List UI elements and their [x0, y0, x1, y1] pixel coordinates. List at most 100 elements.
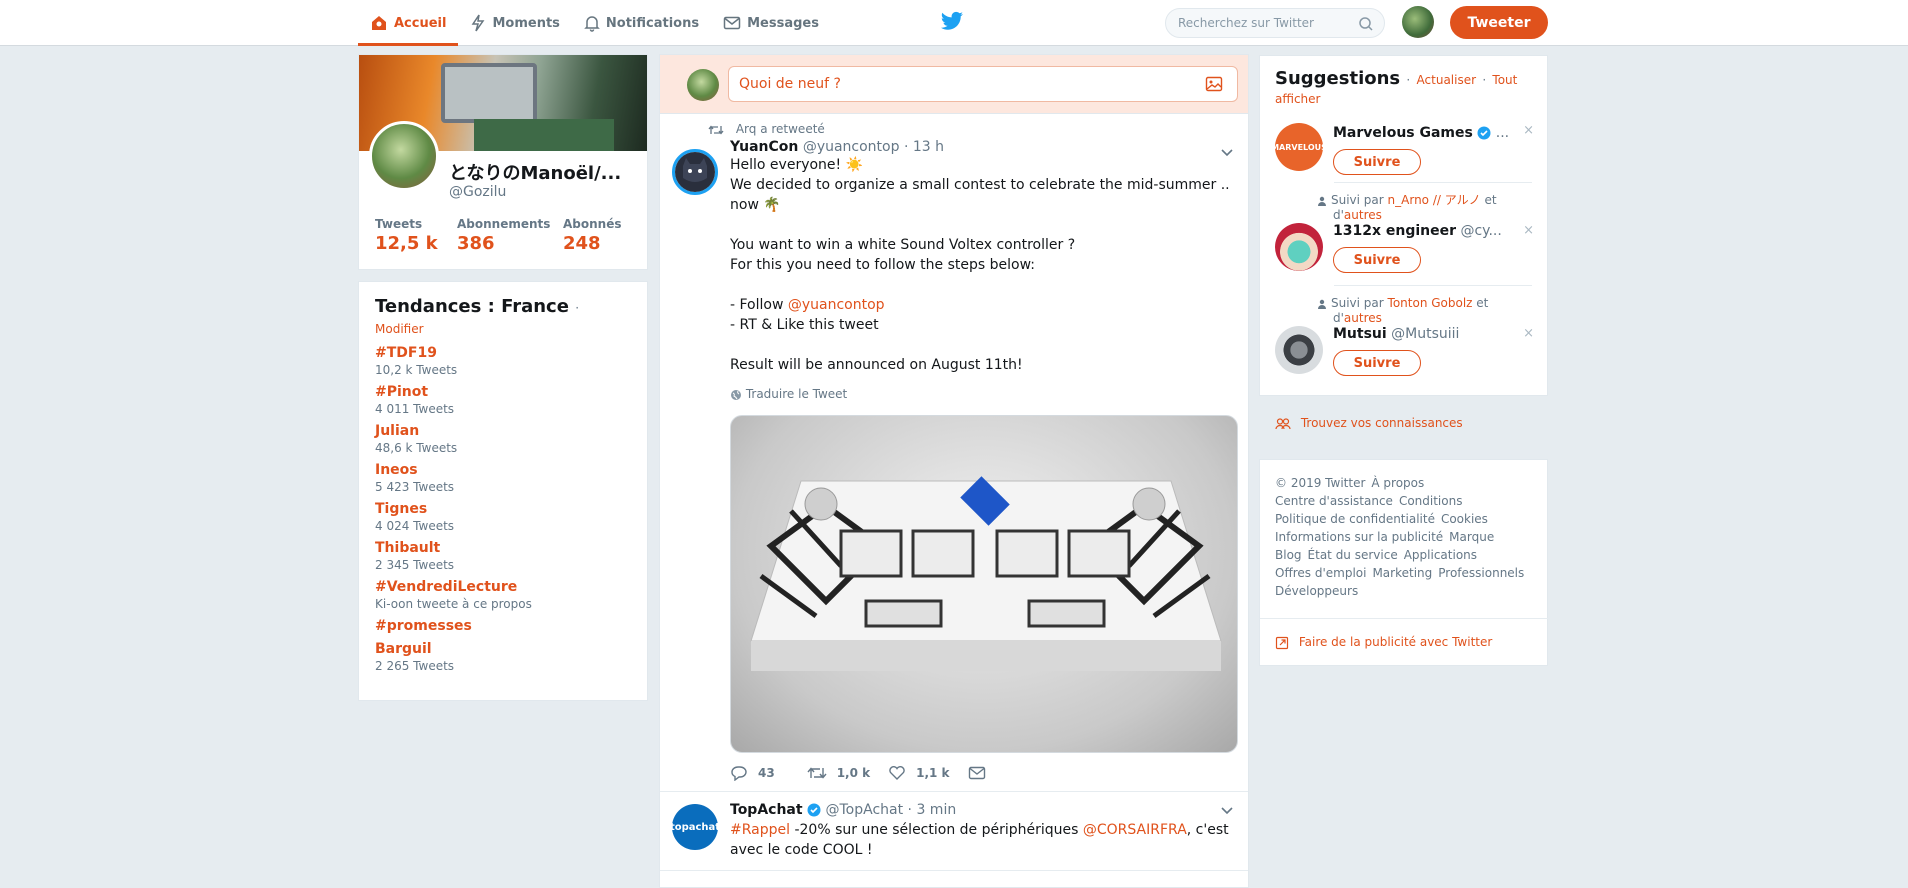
footer-link[interactable]: Blog	[1275, 548, 1302, 562]
suggestion-name[interactable]: Mutsui @Mutsuiii	[1333, 326, 1513, 342]
search-box[interactable]	[1165, 8, 1385, 38]
footer-link[interactable]: Applications	[1404, 548, 1477, 562]
nav-moments[interactable]: Moments	[458, 0, 571, 46]
footer-link[interactable]: © 2019 Twitter	[1275, 476, 1365, 490]
trend-name: #promesses	[375, 618, 472, 634]
image-icon[interactable]	[1205, 76, 1223, 92]
stat-followers[interactable]: Abonnés 248	[563, 217, 622, 254]
trend-item[interactable]: Ineos 5 423 Tweets	[375, 462, 631, 494]
context-user-link[interactable]: n_Arno // アルノ	[1388, 193, 1481, 207]
tweet[interactable]: Arq a retweeté YuanCon @yuancontop · 13 …	[660, 114, 1248, 792]
refresh-link[interactable]: Actualiser	[1417, 73, 1477, 87]
trends-header: Tendances : France · Modifier	[375, 296, 631, 338]
profile-handle[interactable]: @Gozilu	[449, 184, 506, 200]
follow-button[interactable]: Suivre	[1333, 149, 1421, 175]
footer-link[interactable]: Marque	[1449, 530, 1494, 544]
suggestion-avatar[interactable]	[1275, 326, 1323, 374]
tweet-mention[interactable]: @CORSAIRFRA	[1083, 822, 1187, 838]
stat-tweets[interactable]: Tweets 12,5 k	[375, 217, 447, 254]
footer-link[interactable]: Centre d'assistance	[1275, 494, 1393, 508]
tweet-line: You want to win a white Sound Voltex con…	[730, 237, 1076, 253]
footer-link[interactable]: Professionnels	[1438, 566, 1524, 580]
footer-link[interactable]: Développeurs	[1275, 584, 1358, 598]
context-others-link[interactable]: autres	[1344, 311, 1382, 325]
compose-avatar[interactable]	[687, 69, 719, 101]
footer-link[interactable]: Cookies	[1441, 512, 1488, 526]
tweet-avatar[interactable]: topachat	[669, 804, 721, 850]
like-button[interactable]: 1,1 k	[888, 765, 950, 781]
dismiss-icon[interactable]: ×	[1523, 326, 1534, 341]
suggestion-display-name: Mutsui	[1333, 326, 1387, 342]
footer-link[interactable]: Offres d'emploi	[1275, 566, 1366, 580]
advertise-link[interactable]: Faire de la publicité avec Twitter	[1260, 618, 1549, 667]
tweet-handle[interactable]: @yuancontop	[803, 139, 900, 155]
trend-item[interactable]: Barguil 2 265 Tweets	[375, 641, 631, 673]
trend-meta: Ki-oon tweete à ce propos	[375, 597, 532, 611]
suggestion-display-name: 1312x engineer	[1333, 223, 1457, 239]
search-input[interactable]	[1166, 9, 1346, 37]
tweet-mention[interactable]: @yuancontop	[788, 297, 885, 313]
trend-meta: 10,2 k Tweets	[375, 363, 458, 377]
twitter-bird-icon[interactable]	[940, 11, 964, 33]
tweet-hashtag[interactable]: #Rappel	[730, 822, 790, 838]
tweet-handle[interactable]: @TopAchat	[825, 802, 903, 818]
suggestion-name[interactable]: 1312x engineer @cy...	[1333, 223, 1513, 239]
tweet-time[interactable]: · 3 min	[908, 802, 957, 818]
retweet-icon	[807, 767, 827, 779]
dismiss-icon[interactable]: ×	[1523, 123, 1534, 138]
retweet-button[interactable]: 1,0 k	[807, 765, 870, 781]
footer-link[interactable]: Informations sur la publicité	[1275, 530, 1443, 544]
reply-button[interactable]: 43	[730, 765, 775, 781]
follow-button[interactable]: Suivre	[1333, 350, 1421, 376]
trend-item[interactable]: #VendrediLecture Ki-oon tweete à ce propo…	[375, 579, 631, 611]
chevron-down-icon[interactable]	[1220, 806, 1234, 816]
search-icon[interactable]	[1358, 16, 1374, 32]
tweet-button[interactable]: Tweeter	[1450, 6, 1548, 39]
nav-home[interactable]: Accueil	[358, 0, 459, 46]
tweet-line: - Follow	[730, 297, 788, 313]
trend-item[interactable]: #Pinot 4 011 Tweets	[375, 384, 631, 416]
tweet-image[interactable]	[730, 415, 1238, 753]
retweet-context[interactable]: Arq a retweeté	[708, 122, 1236, 136]
trend-name: #VendrediLecture	[375, 579, 518, 595]
tweet-display-name[interactable]: TopAchat	[730, 802, 803, 818]
stat-following[interactable]: Abonnements 386	[457, 217, 553, 254]
person-icon	[1318, 299, 1326, 309]
compose-input[interactable]: Quoi de neuf ?	[728, 66, 1238, 102]
nav-messages[interactable]: Messages	[711, 0, 831, 46]
context-others-link[interactable]: autres	[1344, 208, 1382, 222]
profile-avatar[interactable]	[369, 121, 439, 191]
dismiss-icon[interactable]: ×	[1523, 223, 1534, 238]
tweet-avatar[interactable]	[672, 149, 718, 195]
context-user-link[interactable]: Tonton Gobolz	[1388, 296, 1473, 310]
trend-item[interactable]: Tignes 4 024 Tweets	[375, 501, 631, 533]
direct-message-button[interactable]	[968, 765, 996, 781]
find-friends-link[interactable]: Trouvez vos connaissances	[1260, 397, 1549, 451]
profile-name[interactable]: となりのManoël/...	[449, 159, 639, 185]
footer-link[interactable]: Conditions	[1399, 494, 1463, 508]
footer-link[interactable]: État du service	[1308, 548, 1398, 562]
tweet-time[interactable]: · 13 h	[904, 139, 944, 155]
trend-item[interactable]: #TDF19 10,2 k Tweets	[375, 345, 631, 377]
suggestion-avatar[interactable]	[1275, 223, 1323, 271]
cat-avatar-icon	[675, 152, 715, 192]
trend-name: #TDF19	[375, 345, 437, 361]
account-avatar[interactable]	[1402, 6, 1434, 38]
trends-change-link[interactable]: Modifier	[375, 322, 424, 336]
footer-link[interactable]: À propos	[1371, 476, 1424, 490]
topachat-logo-text: topachat	[669, 821, 721, 833]
chevron-down-icon[interactable]	[1220, 148, 1234, 158]
suggestion-name[interactable]: Marvelous Games ...	[1333, 125, 1513, 141]
trend-item[interactable]: #promesses	[375, 618, 631, 634]
trend-name: Tignes	[375, 501, 428, 517]
suggestion-avatar[interactable]: MARVELOUS	[1271, 123, 1327, 171]
tweet-display-name[interactable]: YuanCon	[730, 139, 798, 155]
translate-link[interactable]: Traduire le Tweet	[730, 387, 1236, 401]
nav-notifications[interactable]: Notifications	[572, 0, 711, 46]
follow-button[interactable]: Suivre	[1333, 247, 1421, 273]
trend-item[interactable]: Thibault 2 345 Tweets	[375, 540, 631, 572]
tweet[interactable]: topachat TopAchat @TopAchat · 3 min #Rap…	[660, 792, 1248, 871]
footer-link[interactable]: Politique de confidentialité	[1275, 512, 1435, 526]
trend-item[interactable]: Julian 48,6 k Tweets	[375, 423, 631, 455]
footer-link[interactable]: Marketing	[1372, 566, 1432, 580]
